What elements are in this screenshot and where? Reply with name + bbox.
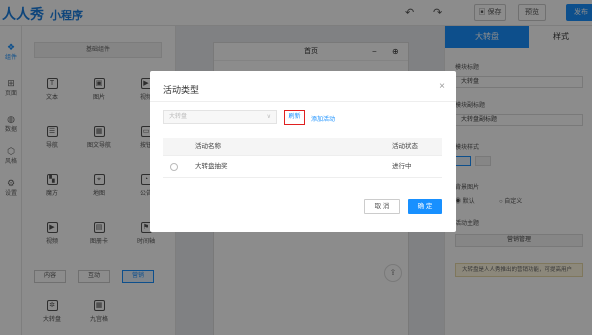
cancel-button[interactable]: 取 消 xyxy=(364,199,400,214)
ok-button[interactable]: 确 定 xyxy=(408,199,442,214)
activity-type-select[interactable]: 大转盘 ∨ xyxy=(163,110,277,124)
activity-name: 大转盘抽奖 xyxy=(195,163,228,170)
column-activity-status: 活动状态 xyxy=(392,143,418,150)
dialog-title: 活动类型 xyxy=(163,85,200,95)
activity-type-dialog: 活动类型 × 大转盘 ∨ 刷新 添加活动 活动名称 活动状态 大转盘抽奖 进行中… xyxy=(150,71,456,232)
column-activity-name: 活动名称 xyxy=(195,143,221,150)
select-placeholder: 大转盘 xyxy=(169,114,188,120)
table-header: 活动名称 活动状态 xyxy=(163,138,442,156)
activity-table: 活动名称 活动状态 大转盘抽奖 进行中 xyxy=(163,138,442,178)
dialog-divider xyxy=(150,101,456,102)
chevron-down-icon: ∨ xyxy=(266,114,271,120)
refresh-button[interactable]: 刷新 xyxy=(284,110,305,125)
row-radio[interactable] xyxy=(170,163,178,171)
table-row[interactable]: 大转盘抽奖 进行中 xyxy=(163,156,442,178)
add-activity-link[interactable]: 添加活动 xyxy=(311,114,335,123)
activity-status: 进行中 xyxy=(392,163,412,170)
close-icon[interactable]: × xyxy=(439,81,445,92)
